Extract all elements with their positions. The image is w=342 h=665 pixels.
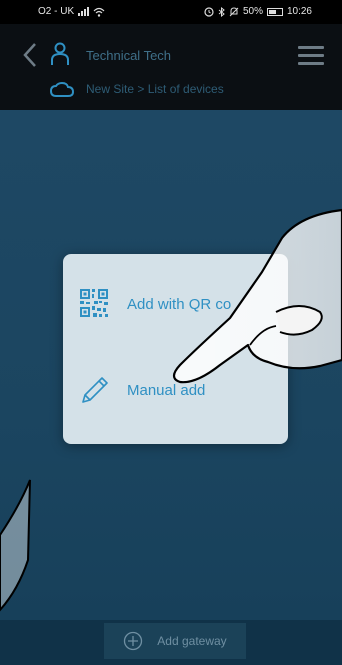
cloud-sync-icon xyxy=(50,82,74,97)
add-device-popup: Add with QR co Manual add xyxy=(63,254,288,444)
add-gateway-label: Add gateway xyxy=(157,634,227,648)
alarm-icon xyxy=(204,6,214,17)
manual-add-label: Manual add xyxy=(127,382,206,399)
hamburger-menu-icon[interactable] xyxy=(298,46,324,66)
page-title: Technical Tech xyxy=(86,48,172,63)
pencil-icon xyxy=(82,377,108,403)
clock: 10:26 xyxy=(286,6,312,17)
qr-code-icon xyxy=(80,289,108,317)
user-icon[interactable] xyxy=(50,42,70,66)
wifi-icon xyxy=(93,7,105,17)
battery-percent: 50% xyxy=(242,6,263,17)
bluetooth-icon xyxy=(218,6,225,17)
add-with-qr-option[interactable]: Add with QR co xyxy=(63,274,288,334)
manual-add-option[interactable]: Manual add xyxy=(63,360,288,420)
mute-icon xyxy=(229,6,239,16)
breadcrumb: New Site > List of devices xyxy=(86,82,224,96)
back-chevron-icon[interactable] xyxy=(22,42,38,68)
signal-icon xyxy=(78,7,90,16)
add-gateway-button[interactable]: Add gateway xyxy=(104,623,246,659)
plus-circle-icon xyxy=(124,631,143,651)
carrier-label: O2 - UK xyxy=(38,6,75,17)
add-with-qr-label: Add with QR co xyxy=(127,296,232,313)
battery-icon xyxy=(266,7,283,16)
status-bar: O2 - UK 50% 10:26 xyxy=(0,0,342,24)
